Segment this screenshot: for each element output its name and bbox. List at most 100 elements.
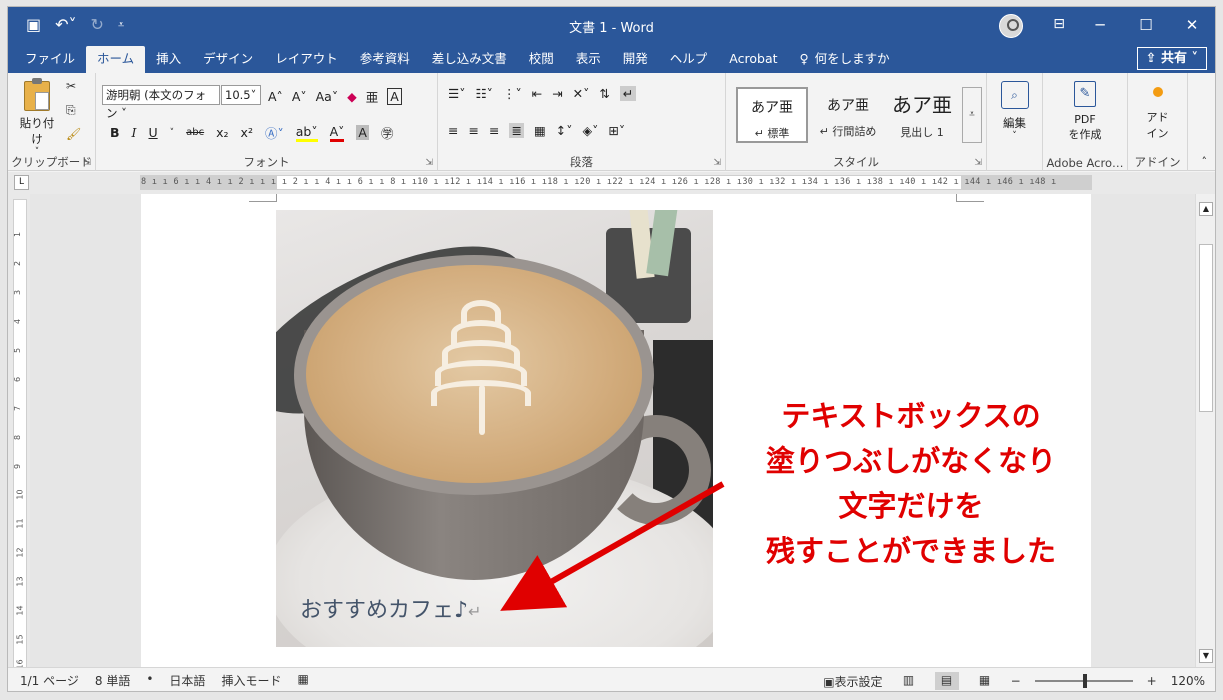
paragraph-launcher-icon[interactable]: ⇲ [713, 158, 721, 168]
tab-help[interactable]: ヘルプ [659, 46, 719, 73]
word-count[interactable]: 8 単語 [95, 672, 130, 689]
style-normal[interactable]: あア亜 ↵ 標準 [736, 87, 808, 143]
read-mode-icon[interactable]: ▥ [897, 672, 921, 690]
shrink-font-icon[interactable]: A˅ [292, 89, 307, 104]
create-pdf-button[interactable]: ✎ PDF を作成 [1043, 81, 1127, 142]
tab-developer[interactable]: 開発 [612, 46, 659, 73]
font-color-icon[interactable]: A˅ [329, 124, 345, 142]
superscript-icon[interactable]: x² [241, 125, 253, 140]
print-layout-icon[interactable]: ▤ [934, 672, 959, 690]
page-count[interactable]: 1/1 ページ [20, 672, 79, 689]
show-marks-icon[interactable]: ↵ [619, 86, 637, 101]
tab-home[interactable]: ホーム [86, 46, 146, 73]
document-page[interactable]: おすすめカフェ♪↵ テキストボックスの 塗りつぶしがなくなり 文字だけを 残すこ… [141, 194, 1091, 669]
multilevel-list-icon[interactable]: ⋮˅ [503, 86, 522, 101]
numbering-icon[interactable]: ☷˅ [475, 86, 492, 101]
phonetic-guide-icon[interactable]: 亜 [366, 87, 379, 106]
coffee-photo[interactable]: おすすめカフェ♪↵ [276, 210, 713, 647]
macro-icon[interactable]: ▦ [297, 672, 308, 689]
sort-icon[interactable]: ⇅ [599, 86, 609, 101]
tab-selector-icon[interactable]: L [14, 175, 29, 190]
language[interactable]: 日本語 [169, 672, 205, 689]
highlight-icon[interactable]: ab˅ [295, 124, 318, 142]
justify-icon[interactable]: ≣ [509, 123, 524, 138]
scroll-up-icon[interactable]: ▲ [1199, 202, 1213, 216]
ribbon-tabs: ファイル ホーム 挿入 デザイン レイアウト 参考資料 差し込み文書 校閲 表示… [8, 44, 1215, 73]
borders-icon[interactable]: ⊞˅ [608, 123, 625, 138]
tell-me-search[interactable]: ♀ 何をしますか [789, 46, 901, 73]
account-avatar[interactable] [999, 14, 1023, 38]
paste-button[interactable]: 貼り付け ˅ [16, 78, 58, 157]
align-left-icon[interactable]: ≡ [448, 123, 458, 138]
subscript-icon[interactable]: x₂ [216, 125, 228, 140]
window-title: 文書 1 - Word [569, 21, 654, 36]
shading-icon[interactable]: ◈˅ [582, 123, 598, 138]
strikethrough-icon[interactable]: abc [186, 127, 204, 138]
scroll-down-icon[interactable]: ▼ [1199, 649, 1213, 663]
display-settings-button[interactable]: ▣表示設定 [823, 673, 882, 690]
font-size-box[interactable]: 10.5˅ [221, 85, 261, 105]
ribbon-display-options-icon[interactable]: ⊟ [1053, 16, 1065, 32]
find-button[interactable]: ⌕ 編集 ˅ [987, 81, 1042, 141]
minimize-icon[interactable]: ─ [1077, 7, 1123, 44]
paragraph-mark-icon: ↵ [468, 602, 482, 621]
tab-file[interactable]: ファイル [14, 46, 86, 73]
share-button[interactable]: ⇪ 共有 ˅ [1136, 47, 1207, 70]
format-painter-icon[interactable]: 🖌 [66, 127, 81, 141]
bullets-icon[interactable]: ☰˅ [448, 86, 465, 101]
font-launcher-icon[interactable]: ⇲ [425, 158, 433, 168]
tab-insert[interactable]: 挿入 [145, 46, 192, 73]
collapse-ribbon-icon[interactable]: ˄ [1202, 155, 1208, 168]
vertical-scrollbar[interactable]: ▲ ▼ [1195, 194, 1215, 669]
web-layout-icon[interactable]: ▦ [973, 672, 997, 690]
vertical-ruler-strip[interactable]: 1 2 3 4 5 6 7 8 9 10 11 12 13 14 15 16 [13, 199, 27, 670]
italic-icon[interactable]: I [132, 125, 137, 140]
cut-icon[interactable]: ✂ [66, 79, 76, 93]
tab-acrobat[interactable]: Acrobat [718, 46, 788, 73]
zoom-slider[interactable] [1034, 674, 1133, 688]
tab-references[interactable]: 参考資料 [349, 46, 421, 73]
maximize-icon[interactable]: ☐ [1123, 7, 1169, 44]
font-name-box[interactable]: 游明朝 (本文のフォン ˅ [102, 85, 220, 120]
insert-mode[interactable]: 挿入モード [221, 672, 281, 689]
grow-font-icon[interactable]: A˄ [268, 89, 283, 104]
text-effects-icon[interactable]: Ⓐ˅ [265, 123, 284, 142]
horizontal-ruler: L 8 ı ı 6 ı ı 4 ı ı 2 ı ı ı ı 2 ı ı 4 ı … [8, 172, 1215, 194]
addin-button[interactable]: アド イン [1128, 87, 1187, 141]
zoom-in-icon[interactable]: + [1147, 674, 1157, 688]
proofing-icon[interactable]: • [146, 672, 153, 689]
tab-layout[interactable]: レイアウト [264, 46, 349, 73]
line-spacing-icon[interactable]: ↕˅ [556, 123, 573, 138]
enclose-characters-icon[interactable]: ㊫ [381, 123, 394, 142]
tab-design[interactable]: デザイン [192, 46, 264, 73]
tab-mailings[interactable]: 差し込み文書 [421, 46, 518, 73]
style-heading-1[interactable]: あア亜 見出し 1 [886, 87, 958, 143]
tab-view[interactable]: 表示 [565, 46, 612, 73]
styles-launcher-icon[interactable]: ⇲ [974, 158, 982, 168]
callout-text: テキストボックスの 塗りつぶしがなくなり 文字だけを 残すことができました [765, 399, 1057, 568]
character-shading-icon[interactable]: A [356, 125, 369, 140]
asian-layout-icon[interactable]: ✕˅ [573, 86, 590, 101]
tab-review[interactable]: 校閲 [518, 46, 565, 73]
align-center-icon[interactable]: ≡ [468, 123, 478, 138]
copy-icon[interactable]: ⎘ [66, 103, 76, 118]
scroll-thumb[interactable] [1199, 244, 1213, 412]
close-icon[interactable]: ✕ [1169, 7, 1215, 44]
zoom-level[interactable]: 120% [1171, 674, 1205, 688]
distributed-icon[interactable]: ▦ [534, 123, 546, 138]
textbox-caption[interactable]: おすすめカフェ♪↵ [300, 592, 481, 624]
underline-icon[interactable]: U [148, 125, 157, 140]
clear-formatting-icon[interactable]: ◆ [347, 89, 357, 104]
decrease-indent-icon[interactable]: ⇤ [532, 86, 542, 101]
align-right-icon[interactable]: ≡ [489, 123, 499, 138]
magnifier-icon: ⌕ [1000, 81, 1029, 109]
style-no-spacing[interactable]: あア亜 ↵ 行間詰め [812, 87, 884, 143]
zoom-out-icon[interactable]: − [1011, 674, 1021, 688]
character-border-icon[interactable]: A [387, 88, 402, 105]
bold-icon[interactable]: B [110, 125, 120, 140]
clipboard-launcher-icon[interactable]: ⇲ [83, 158, 91, 168]
styles-more-icon[interactable]: ⩡ [962, 87, 982, 143]
change-case-icon[interactable]: Aa˅ [316, 89, 338, 104]
ruler-strip[interactable]: 8 ı ı 6 ı ı 4 ı ı 2 ı ı ı ı 2 ı ı 4 ı ı … [140, 175, 1092, 190]
increase-indent-icon[interactable]: ⇥ [552, 86, 562, 101]
